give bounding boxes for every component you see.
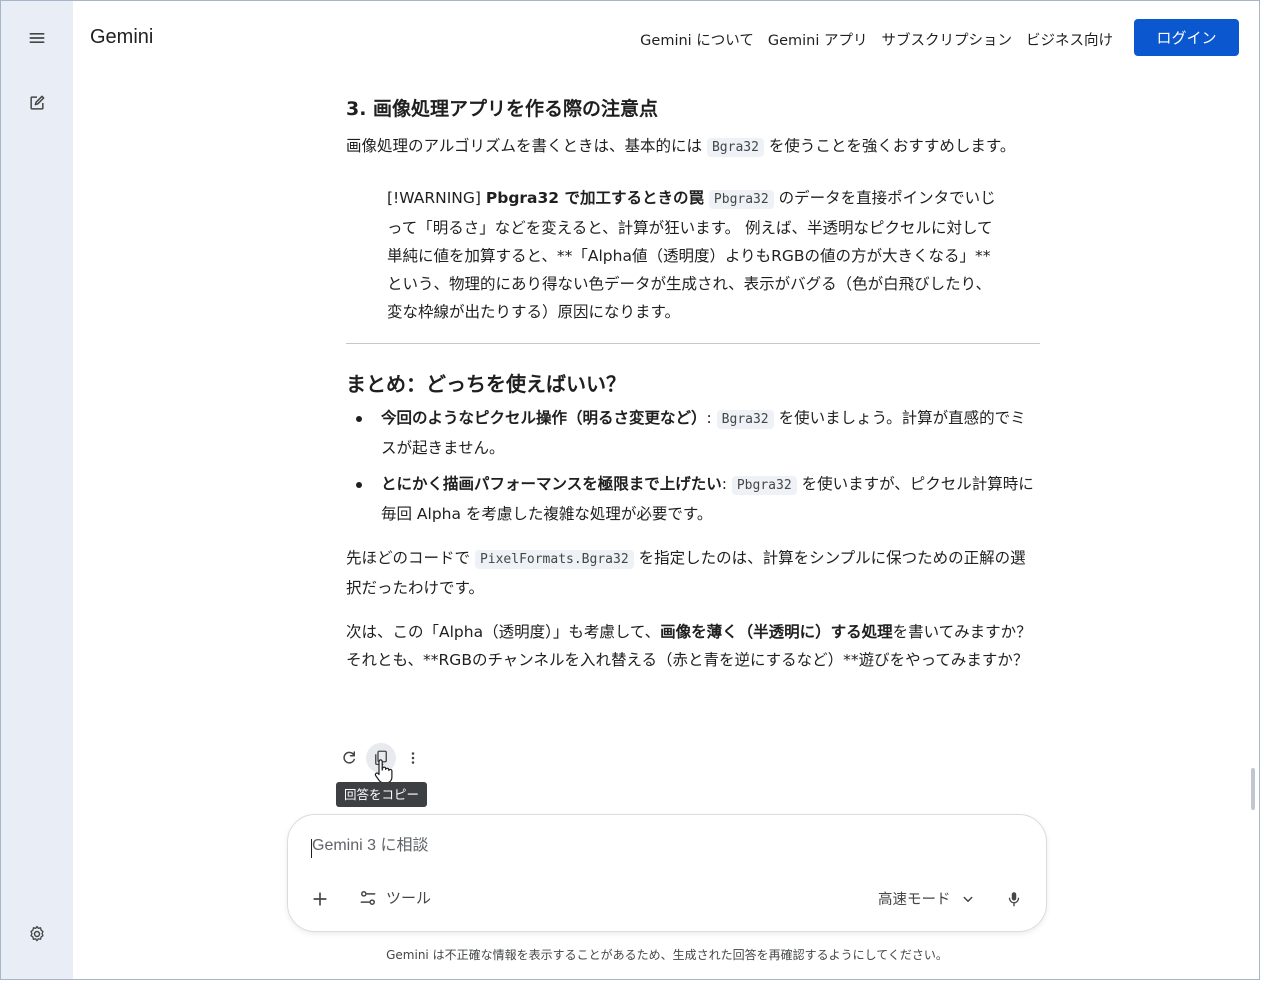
- list-item: 今回のようなピクセル操作（明るさ変更など）: Bgra32 を使いましょう。計算…: [346, 404, 1040, 462]
- copy-tooltip: 回答をコピー: [336, 782, 428, 807]
- prompt-input[interactable]: [312, 837, 812, 855]
- paragraph: 先ほどのコードで PixelFormats.Bgra32 を指定したのは、計算を…: [346, 544, 1040, 602]
- nav-business[interactable]: ビジネス向け: [1026, 29, 1113, 50]
- top-nav: Gemini について Gemini アプリ サブスクリプション ビジネス向け: [640, 29, 1113, 50]
- list-item-title: とにかく描画パフォーマンスを極限まで上げたい: [381, 475, 722, 493]
- warning-tag: [!WARNING]: [387, 189, 486, 207]
- bold-text: 画像を薄く（半透明に）する処理: [660, 623, 893, 641]
- inline-code: Bgra32: [706, 138, 764, 157]
- inline-code: Bgra32: [716, 410, 774, 429]
- edit-icon: [30, 95, 45, 110]
- top-bar: Gemini Gemini について Gemini アプリ サブスクリプション …: [73, 1, 1259, 73]
- refresh-icon: [343, 751, 355, 764]
- disclaimer-text: Gemini は不正確な情報を表示することがあるため、生成された回答を再確認する…: [386, 948, 948, 962]
- text: 次は、この「Alpha（透明度）」も考慮して、: [346, 623, 661, 641]
- mode-label: 高速モード: [878, 892, 951, 908]
- divider: [346, 343, 1040, 344]
- browser-viewport: Gemini Gemini について Gemini アプリ サブスクリプション …: [0, 0, 1260, 980]
- paragraph: 次は、この「Alpha（透明度）」も考慮して、画像を薄く（半透明に）する処理を書…: [346, 618, 1040, 674]
- summary-heading: まとめ：どっちを使えばいい？: [346, 372, 626, 396]
- text: :: [706, 409, 717, 427]
- new-chat-button[interactable]: [19, 85, 55, 121]
- add-attachment-button[interactable]: [306, 885, 334, 913]
- side-rail: [1, 1, 73, 979]
- tools-icon: [360, 890, 376, 905]
- gear-icon: [30, 925, 44, 942]
- text: 画像処理のアルゴリズムを書くときは、基本的には: [346, 137, 707, 155]
- section-heading: 3. 画像処理アプリを作る際の注意点: [346, 98, 659, 120]
- tools-button[interactable]: ツール: [358, 887, 431, 908]
- text: のデータを直接ポインタでいじって「明るさ」などを変えると、計算が狂います。 例え…: [387, 189, 996, 321]
- regenerate-button[interactable]: [334, 743, 364, 773]
- response-content: 3. 画像処理アプリを作る際の注意点 画像処理のアルゴリズムを書くときは、基本的…: [346, 95, 1040, 674]
- chevron-down-icon: [963, 896, 972, 902]
- warning-blockquote: [!WARNING] Pbgra32 で加工するときの罠 Pbgra32 のデー…: [387, 184, 999, 326]
- paragraph: 画像処理のアルゴリズムを書くときは、基本的には Bgra32 を使うことを強くお…: [346, 132, 1040, 162]
- inline-code: Pbgra32: [731, 476, 797, 495]
- more-options-button[interactable]: [398, 743, 428, 773]
- mode-selector[interactable]: 高速モード: [878, 888, 977, 909]
- nav-about[interactable]: Gemini について: [640, 29, 754, 50]
- nav-subscription[interactable]: サブスクリプション: [882, 29, 1013, 50]
- menu-button[interactable]: [19, 20, 55, 56]
- warning-title: Pbgra32 で加工するときの罠: [485, 189, 704, 207]
- text: :: [721, 475, 732, 493]
- text: を使うことを強くおすすめします。: [763, 137, 1016, 155]
- prompt-composer: ツール 高速モード: [287, 814, 1047, 932]
- mic-icon: [1008, 892, 1020, 907]
- list-item-title: 今回のようなピクセル操作（明るさ変更など）: [381, 409, 707, 427]
- login-button[interactable]: ログイン: [1134, 19, 1239, 56]
- tools-label: ツール: [386, 889, 432, 907]
- summary-list: 今回のようなピクセル操作（明るさ変更など）: Bgra32 を使いましょう。計算…: [346, 404, 1040, 528]
- list-item: とにかく描画パフォーマンスを極限まで上げたい: Pbgra32 を使いますが、ピ…: [346, 470, 1040, 528]
- brand-logo[interactable]: Gemini: [90, 26, 153, 49]
- scrollbar-thumb[interactable]: [1251, 768, 1255, 810]
- inline-code: Pbgra32: [708, 190, 774, 209]
- microphone-button[interactable]: [1002, 887, 1026, 911]
- menu-icon: [29, 33, 45, 44]
- text-caret: [311, 839, 312, 858]
- text: 先ほどのコードで: [346, 549, 475, 567]
- inline-code: PixelFormats.Bgra32: [474, 550, 634, 569]
- more-vert-icon: [411, 752, 415, 764]
- plus-icon: [313, 892, 327, 906]
- nav-app[interactable]: Gemini アプリ: [768, 29, 868, 50]
